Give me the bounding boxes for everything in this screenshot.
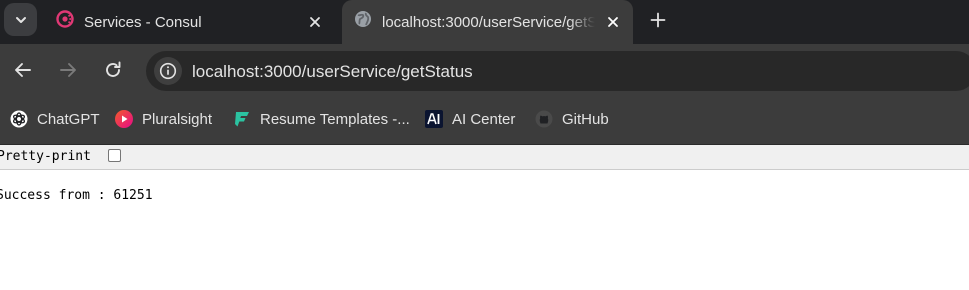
tab-consul[interactable]: Services - Consul [44, 0, 334, 44]
chatgpt-icon [10, 110, 28, 128]
close-icon [310, 17, 320, 27]
pretty-print-checkbox[interactable] [108, 149, 121, 162]
bookmark-github[interactable]: GitHub [535, 108, 609, 130]
tab-title: localhost:3000/userService/getStatus [382, 13, 595, 31]
info-icon [159, 62, 177, 80]
bookmark-label: ChatGPT [37, 110, 100, 128]
arrow-left-icon [15, 63, 31, 77]
bookmark-chatgpt[interactable]: ChatGPT [10, 108, 100, 130]
site-info-button[interactable] [154, 57, 182, 85]
bookmark-ai-center[interactable]: AI Center [425, 108, 515, 130]
tab-title: Services - Consul [84, 13, 202, 31]
bookmark-label: Resume Templates -... [260, 110, 410, 128]
address-bar[interactable]: localhost:3000/userService/getStatus [146, 51, 969, 91]
close-tab-button[interactable] [604, 13, 622, 31]
consul-icon [56, 10, 74, 28]
reload-icon [106, 61, 121, 77]
close-tab-button[interactable] [306, 13, 324, 31]
bookmarks-bar: ChatGPT Pluralsight Resume Templates -..… [0, 96, 969, 145]
reload-button[interactable] [101, 58, 125, 82]
url-text[interactable]: localhost:3000/userService/getStatus [192, 62, 473, 82]
ai-center-icon [425, 110, 443, 128]
close-icon [608, 17, 618, 27]
tab-strip: Services - Consul localhost:3000/userSer… [0, 0, 969, 44]
forward-button[interactable] [56, 58, 80, 82]
pretty-print-bar: Pretty-print [0, 145, 969, 170]
navigation-toolbar: localhost:3000/userService/getStatus [0, 44, 969, 96]
bookmark-label: Pluralsight [142, 110, 213, 128]
tab-search-button[interactable] [4, 3, 37, 36]
response-body-text: Success from : 61251 [0, 188, 153, 203]
bookmark-label: AI Center [452, 110, 516, 128]
globe-icon [355, 11, 371, 27]
github-icon [535, 110, 553, 128]
pretty-print-label: Pretty-print [0, 149, 91, 164]
bookmark-pluralsight[interactable]: Pluralsight [115, 108, 212, 130]
new-tab-button[interactable] [645, 7, 671, 33]
tab-localhost[interactable]: localhost:3000/userService/getStatus [342, 0, 633, 44]
resume-templates-icon [233, 110, 251, 128]
arrow-right-icon [60, 63, 76, 77]
page-content: Pretty-print Success from : 61251 [0, 145, 969, 290]
plus-icon [650, 12, 666, 28]
bookmark-label: GitHub [562, 110, 609, 128]
chevron-down-icon [15, 16, 26, 23]
bookmark-resume-templates[interactable]: Resume Templates -... [233, 108, 410, 130]
pluralsight-icon [115, 110, 133, 128]
back-button[interactable] [11, 58, 35, 82]
